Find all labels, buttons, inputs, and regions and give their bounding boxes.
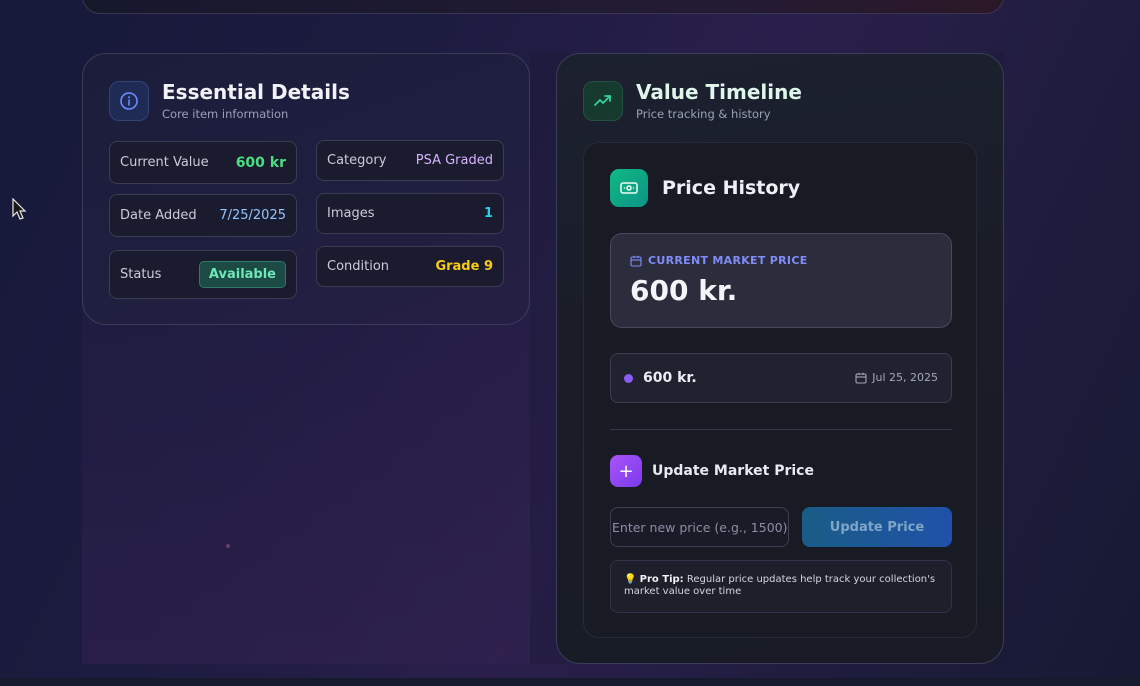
previous-card-bottom	[82, 0, 1004, 14]
decorative-dot	[226, 544, 230, 548]
divider	[610, 429, 952, 430]
condition-label: Condition	[327, 259, 390, 274]
trending-up-icon	[583, 80, 623, 121]
images-count: 1	[483, 206, 493, 221]
entry-dot	[624, 374, 633, 383]
status-label: Status	[120, 267, 162, 282]
banknote-icon	[610, 169, 648, 207]
pro-tip-box: 💡 Pro Tip: Regular price updates help tr…	[610, 560, 952, 613]
price-history-panel: Price History CURRENT MARKET PRICE 600 k…	[583, 142, 977, 638]
update-price-button[interactable]: Update Price	[802, 507, 952, 547]
price-history-header: Price History	[610, 169, 800, 207]
date-added-field: Date Added 7/25/2025	[109, 194, 297, 237]
plus-icon: +	[610, 455, 642, 487]
date-added-label: Date Added	[120, 208, 197, 223]
bottom-edge	[0, 678, 1140, 686]
category-label: Category	[327, 153, 387, 168]
essential-details-card: Essential Details Core item information …	[82, 53, 530, 325]
update-price-title: Update Market Price	[652, 463, 814, 479]
current-value-label: Current Value	[120, 155, 209, 170]
category-field: Category PSA Graded	[316, 140, 504, 181]
market-price-value: 600 kr.	[630, 274, 738, 307]
current-market-price-box: CURRENT MARKET PRICE 600 kr.	[610, 233, 952, 328]
entry-date: Jul 25, 2025	[855, 371, 938, 384]
condition-field: Condition Grade 9	[316, 246, 504, 287]
timeline-subtitle: Price tracking & history	[636, 107, 771, 121]
price-history-title: Price History	[662, 177, 801, 199]
update-price-header: + Update Market Price	[610, 455, 814, 487]
info-icon	[109, 80, 149, 121]
timeline-title: Value Timeline	[636, 80, 802, 104]
status-field: Status Available	[109, 250, 297, 299]
pro-tip-label: Pro Tip:	[639, 574, 684, 585]
market-price-label: CURRENT MARKET PRICE	[630, 254, 808, 267]
status-badge: Available	[198, 261, 286, 288]
entry-value: 600 kr.	[643, 370, 697, 386]
new-price-input[interactable]	[610, 507, 789, 547]
calendar-icon	[630, 255, 642, 267]
current-value-field: Current Value 600 kr	[109, 141, 297, 184]
value-timeline-card: Value Timeline Price tracking & history …	[556, 53, 1004, 664]
details-title: Essential Details	[162, 80, 350, 104]
details-subtitle: Core item information	[162, 107, 289, 121]
timeline-header: Value Timeline Price tracking & history	[583, 80, 802, 121]
date-added-value: 7/25/2025	[219, 208, 286, 223]
images-field: Images 1	[316, 193, 504, 234]
current-value: 600 kr	[235, 154, 286, 171]
condition-value: Grade 9	[435, 259, 493, 274]
price-history-entry: 600 kr. Jul 25, 2025	[610, 353, 952, 403]
category-value: PSA Graded	[415, 153, 493, 168]
lightbulb-icon: 💡	[624, 574, 637, 585]
calendar-icon	[855, 372, 867, 384]
mouse-cursor-icon	[12, 198, 27, 220]
images-label: Images	[327, 206, 375, 221]
background-panel	[82, 300, 530, 664]
details-header: Essential Details Core item information	[109, 80, 350, 121]
